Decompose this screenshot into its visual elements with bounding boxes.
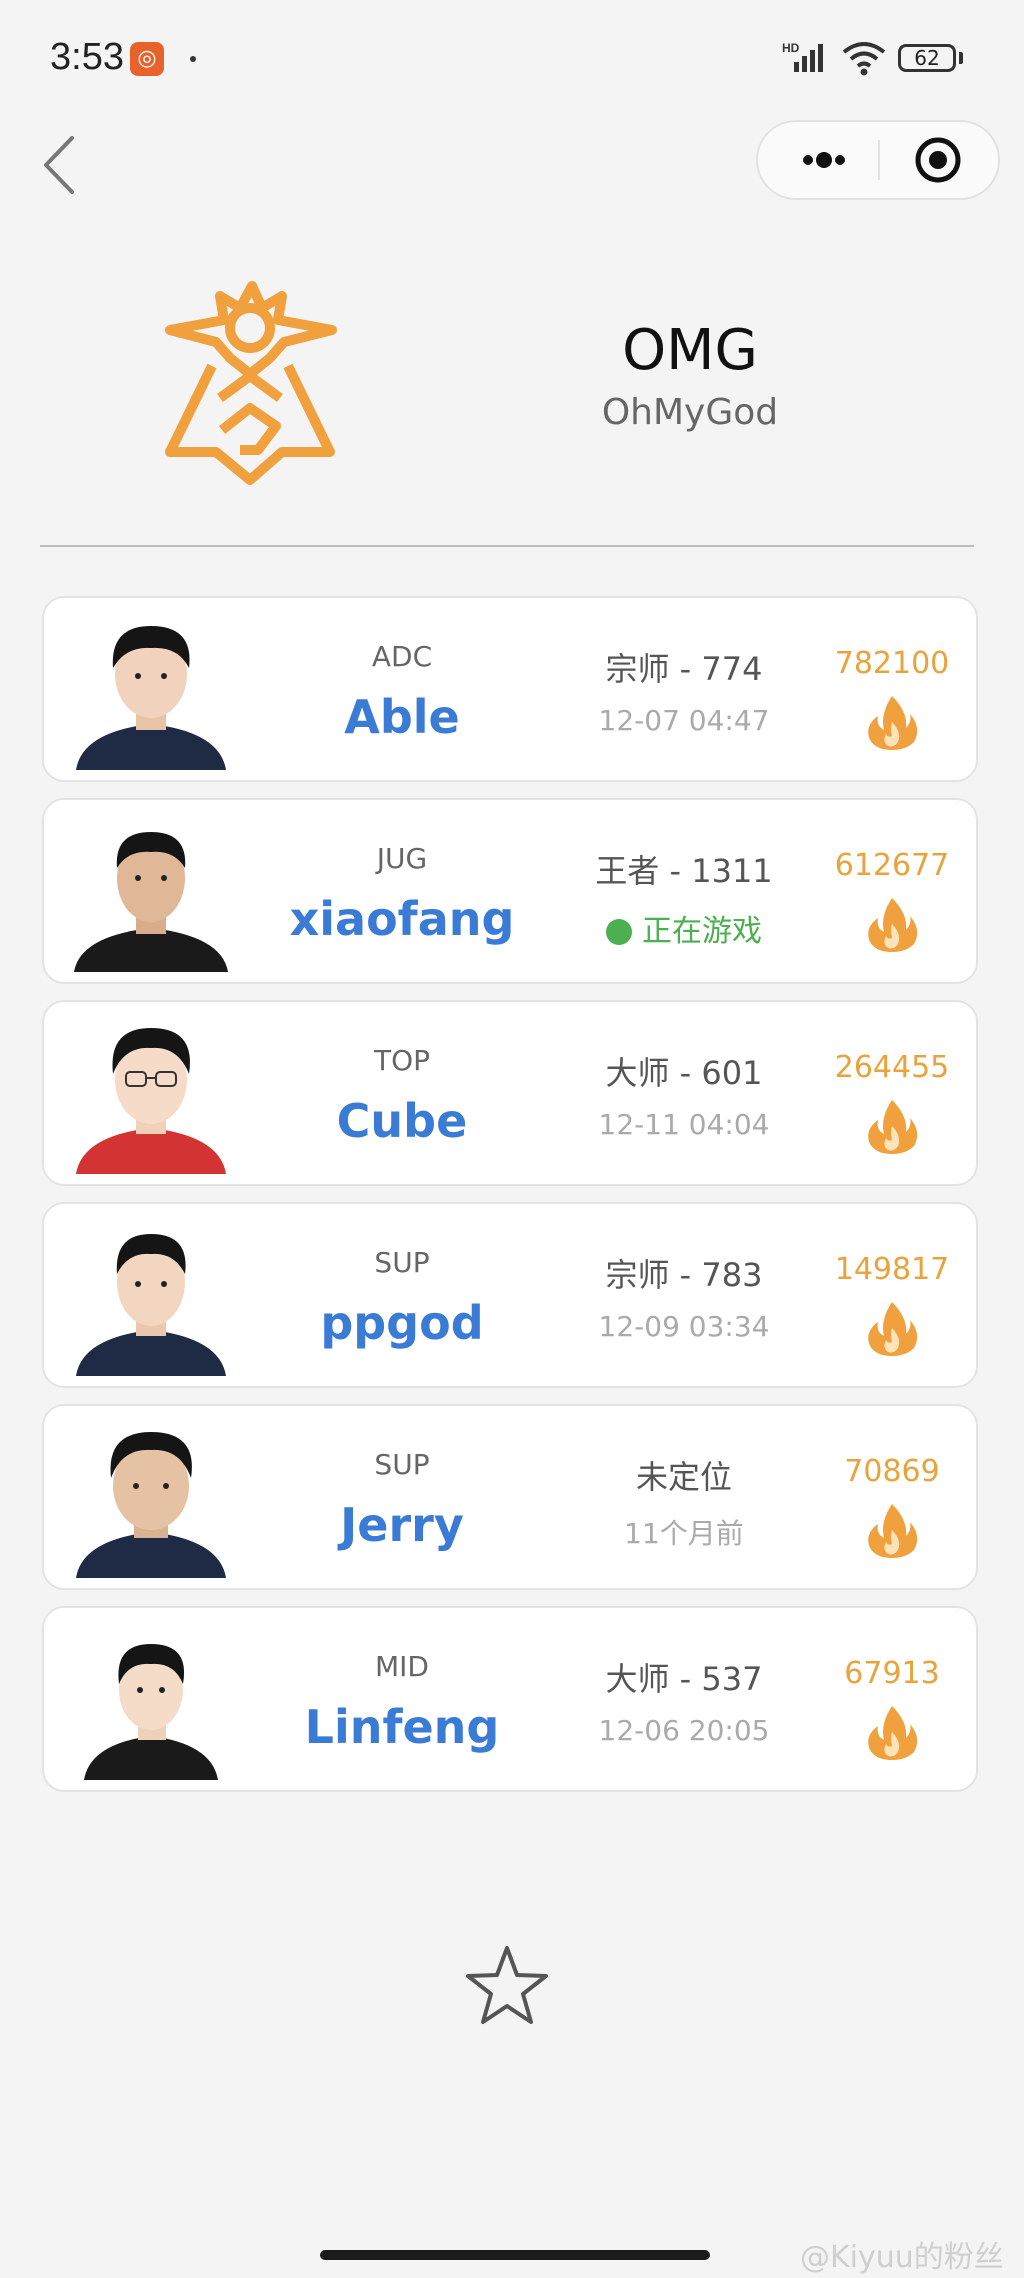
player-card[interactable]: SUP ppgod 宗师 - 783 12-09 03:34 149817 [42, 1202, 978, 1388]
player-last-seen: 12-07 04:47 [598, 704, 770, 737]
target-icon[interactable] [898, 130, 978, 190]
flame-icon [868, 1706, 918, 1760]
player-last-seen: 12-09 03:34 [598, 1310, 770, 1343]
omg-logo-icon [165, 281, 337, 485]
player-name[interactable]: xiaofang [234, 892, 570, 946]
flame-icon [868, 1504, 918, 1558]
player-avatar [76, 626, 226, 770]
player-card[interactable]: MID Linfeng 大师 - 537 12-06 20:05 67913 [42, 1606, 978, 1792]
player-name[interactable]: ppgod [234, 1296, 570, 1350]
player-card[interactable]: JUG xiaofang 王者 - 1311 正在游戏 612677 [42, 798, 978, 984]
player-position: TOP [373, 1044, 431, 1077]
mini-program-capsule [756, 120, 1000, 200]
player-last-seen: 11个月前 [624, 1517, 744, 1550]
battery-tip [959, 52, 963, 64]
player-heat-value: 782100 [834, 646, 950, 681]
player-avatar [76, 1028, 226, 1174]
team-full-name: OhMyGod [601, 392, 779, 433]
capsule-divider [878, 140, 880, 180]
player-heat-value: 612677 [834, 848, 950, 883]
more-dots-icon[interactable] [776, 130, 872, 190]
player-list: ADC Able 宗师 - 774 12-07 04:47 782100 JUG… [42, 596, 978, 1808]
wifi-icon [842, 42, 886, 76]
flame-icon [868, 898, 918, 952]
team-code: OMG [622, 318, 758, 383]
player-heat-value: 70869 [844, 1454, 940, 1489]
player-rank: 大师 - 537 [605, 1660, 763, 1698]
player-name[interactable]: Able [234, 690, 570, 744]
player-position: SUP [374, 1246, 430, 1279]
flame-icon [868, 696, 918, 750]
player-name[interactable]: Linfeng [234, 1700, 570, 1754]
player-heat-value: 149817 [834, 1252, 950, 1287]
player-heat-value: 264455 [834, 1050, 950, 1085]
online-dot [606, 919, 632, 945]
header-divider [40, 545, 974, 547]
player-last-seen: 正在游戏 [642, 914, 762, 949]
player-avatar [76, 1234, 226, 1376]
flame-icon [868, 1100, 918, 1154]
battery-indicator: 62 [898, 44, 956, 72]
back-button[interactable] [36, 130, 86, 200]
notification-dot [190, 56, 196, 62]
player-position: ADC [371, 640, 433, 673]
player-rank: 大师 - 601 [605, 1054, 763, 1092]
player-name[interactable]: Jerry [234, 1498, 570, 1552]
flame-icon [868, 1302, 918, 1356]
kuaishou-icon: ◎ [130, 42, 164, 76]
player-rank: 宗师 - 783 [605, 1256, 763, 1294]
home-indicator[interactable] [320, 2250, 710, 2260]
player-heat-value: 67913 [844, 1656, 940, 1691]
svg-text:HD: HD [782, 41, 800, 55]
player-card[interactable]: TOP Cube 大师 - 601 12-11 04:04 264455 [42, 1000, 978, 1186]
player-last-seen: 12-06 20:05 [598, 1714, 770, 1747]
player-position: SUP [374, 1448, 430, 1481]
player-position: JUG [376, 842, 428, 875]
status-bar: 3:53 ◎ HD 62 [0, 0, 1024, 110]
player-rank: 王者 - 1311 [595, 852, 773, 890]
cellular-signal-icon: HD [782, 41, 823, 72]
player-card[interactable]: ADC Able 宗师 - 774 12-07 04:47 782100 [42, 596, 978, 782]
player-name[interactable]: Cube [234, 1094, 570, 1148]
player-avatar [84, 1644, 218, 1780]
star-outline-icon[interactable] [462, 1942, 552, 2028]
watermark: @Kiyuu的粉丝 [800, 2240, 1004, 2275]
player-last-seen: 12-11 04:04 [598, 1108, 770, 1141]
player-avatar [74, 832, 228, 972]
player-rank: 未定位 [635, 1458, 732, 1496]
player-avatar [76, 1432, 226, 1578]
player-rank: 宗师 - 774 [605, 650, 763, 688]
player-position: MID [375, 1650, 429, 1683]
player-card[interactable]: SUP Jerry 未定位 11个月前 70869 [42, 1404, 978, 1590]
player-online-status: 正在游戏 [564, 906, 804, 950]
status-time: 3:53 [50, 36, 124, 78]
